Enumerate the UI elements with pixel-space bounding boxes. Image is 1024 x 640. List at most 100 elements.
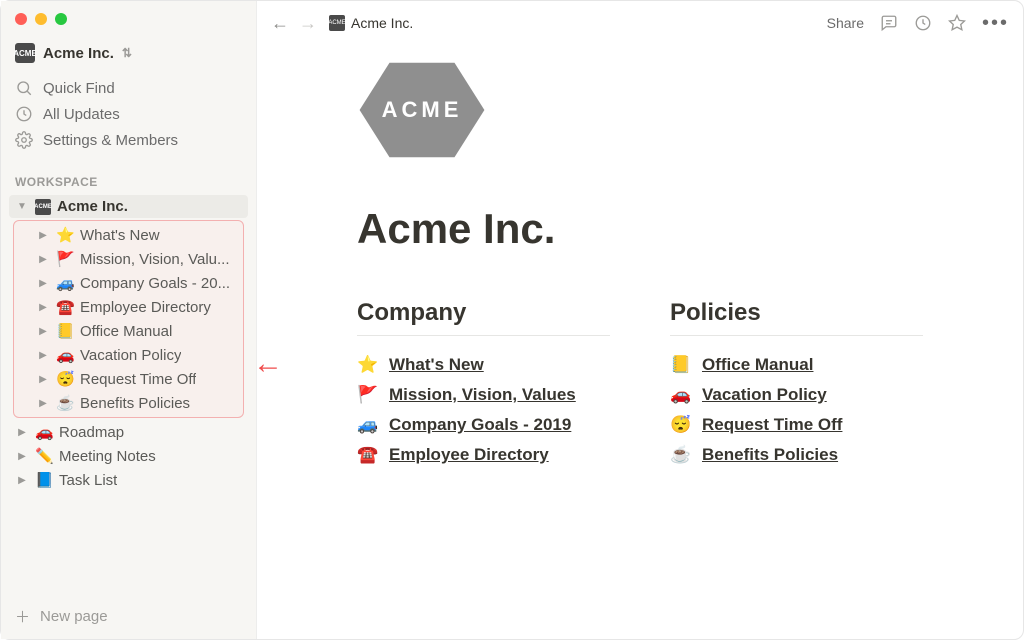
page-emoji-icon: 😴 [56,370,74,388]
page-link[interactable]: ☕ Benefits Policies [670,440,923,470]
tree-item[interactable]: ▶ ☎️ Employee Directory [30,295,241,319]
column-heading[interactable]: Policies [670,299,923,336]
link-emoji-icon: 🚩 [357,385,379,405]
tree-item[interactable]: ▶ 🚗 Roadmap [9,420,248,444]
page-link[interactable]: 🚗 Vacation Policy [670,380,923,410]
chevron-down-icon[interactable]: ▼ [15,201,29,212]
chevron-right-icon[interactable]: ▶ [36,302,50,313]
clock-icon [15,105,33,123]
tree-item-label: Benefits Policies [80,395,190,412]
nav-forward-button[interactable]: → [299,13,317,34]
page-link[interactable]: 🚙 Company Goals - 2019 [357,410,610,440]
plus-icon: ＋ [15,606,30,627]
page-emoji-icon: ☎️ [56,298,74,316]
all-updates-label: All Updates [43,106,120,123]
link-label: Employee Directory [389,445,549,465]
gear-icon [15,131,33,149]
tree-item[interactable]: ▶ 📘 Task List [9,468,248,492]
all-updates-button[interactable]: All Updates [9,101,248,127]
column-heading[interactable]: Company [357,299,610,336]
quick-find-button[interactable]: Quick Find [9,75,248,101]
main-content: ← → ACME Acme Inc. Share ••• [257,1,1023,639]
link-emoji-icon: 😴 [670,415,692,435]
link-emoji-icon: 🚙 [357,415,379,435]
window-controls [1,1,256,25]
tree-item[interactable]: ▶ 🚩 Mission, Vision, Valu... [30,247,241,271]
tree-item-root[interactable]: ▼ ACME Acme Inc. [9,195,248,218]
page-tree: ▼ ACME Acme Inc. ▶ ⭐ What's New ▶ 🚩 Miss… [1,195,256,492]
workspace-switcher[interactable]: ACME Acme Inc. ⇅ [1,25,256,73]
breadcrumb-label: Acme Inc. [351,15,413,31]
nav-back-button[interactable]: ← [271,13,289,34]
chevron-right-icon[interactable]: ▶ [36,278,50,289]
tree-item[interactable]: ▶ 😴 Request Time Off [30,367,241,391]
new-page-label: New page [40,608,108,625]
column-policies: Policies 📒 Office Manual 🚗 Vacation Poli… [670,299,923,470]
page-emoji-icon: 📒 [56,322,74,340]
workspace-section-label: WORKSPACE [1,165,256,195]
settings-members-label: Settings & Members [43,132,178,149]
link-label: Office Manual [702,355,813,375]
chevron-right-icon[interactable]: ▶ [36,326,50,337]
tree-item[interactable]: ▶ ⭐ What's New [30,223,241,247]
breadcrumb[interactable]: ACME Acme Inc. [329,15,413,31]
topbar: ← → ACME Acme Inc. Share ••• [257,1,1023,45]
page-emoji-icon: 📘 [35,471,53,489]
share-button[interactable]: Share [827,15,864,31]
tree-item-label: Mission, Vision, Valu... [80,251,230,268]
page-emoji-icon: ☕ [56,394,74,412]
favorite-icon[interactable] [948,14,966,32]
page-icon: ACME [35,199,51,215]
tree-item-label: Task List [59,472,117,489]
chevron-right-icon[interactable]: ▶ [36,230,50,241]
link-emoji-icon: ☕ [670,445,692,465]
updates-icon[interactable] [914,14,932,32]
tree-item-label: Meeting Notes [59,448,156,465]
new-page-button[interactable]: ＋ New page [1,594,256,639]
tree-item-label: What's New [80,227,160,244]
chevron-right-icon[interactable]: ▶ [36,254,50,265]
page-hero-icon[interactable]: ACME [357,65,487,155]
column-company: Company ⭐ What's New 🚩 Mission, Vision, … [357,299,610,470]
settings-members-button[interactable]: Settings & Members [9,127,248,153]
tree-item[interactable]: ▶ 🚙 Company Goals - 20... [30,271,241,295]
breadcrumb-icon: ACME [329,15,345,31]
maximize-window-button[interactable] [55,13,67,25]
tree-item-label: Request Time Off [80,371,196,388]
link-emoji-icon: 🚗 [670,385,692,405]
chevron-right-icon[interactable]: ▶ [36,374,50,385]
page-body: ACME Acme Inc. Company ⭐ What's New 🚩 Mi… [257,45,1023,510]
link-label: Company Goals - 2019 [389,415,571,435]
page-link[interactable]: 📒 Office Manual [670,350,923,380]
page-link[interactable]: ☎️ Employee Directory [357,440,610,470]
tree-item[interactable]: ▶ ☕ Benefits Policies [30,391,241,415]
link-label: What's New [389,355,484,375]
tree-item-label: Employee Directory [80,299,211,316]
more-icon[interactable]: ••• [982,12,1009,35]
page-emoji-icon: 🚙 [56,274,74,292]
workspace-name: Acme Inc. [43,45,114,62]
chevron-right-icon[interactable]: ▶ [15,475,29,486]
chevron-right-icon[interactable]: ▶ [36,350,50,361]
tree-item[interactable]: ▶ 📒 Office Manual [30,319,241,343]
link-emoji-icon: ☎️ [357,445,379,465]
chevron-right-icon[interactable]: ▶ [36,398,50,409]
page-link[interactable]: 😴 Request Time Off [670,410,923,440]
search-icon [15,79,33,97]
page-emoji-icon: 🚗 [56,346,74,364]
comments-icon[interactable] [880,14,898,32]
page-title[interactable]: Acme Inc. [357,205,923,253]
chevron-right-icon[interactable]: ▶ [15,427,29,438]
content-columns: Company ⭐ What's New 🚩 Mission, Vision, … [357,299,923,470]
tree-item[interactable]: ▶ 🚗 Vacation Policy [30,343,241,367]
tree-item-label: Roadmap [59,424,124,441]
chevron-right-icon[interactable]: ▶ [15,451,29,462]
page-link[interactable]: 🚩 Mission, Vision, Values [357,380,610,410]
page-link[interactable]: ⭐ What's New [357,350,610,380]
hexagon-logo-icon: ACME [357,58,487,163]
minimize-window-button[interactable] [35,13,47,25]
tree-item[interactable]: ▶ ✏️ Meeting Notes [9,444,248,468]
link-emoji-icon: ⭐ [357,355,379,375]
close-window-button[interactable] [15,13,27,25]
chevron-updown-icon: ⇅ [122,46,132,60]
